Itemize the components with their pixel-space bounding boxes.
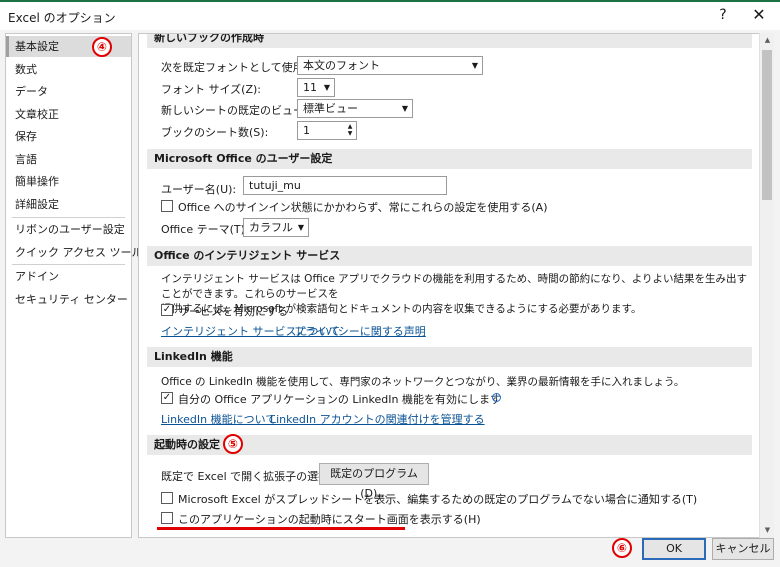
office-theme-value: カラフル xyxy=(249,221,293,234)
sidebar-divider xyxy=(12,264,125,265)
sidebar-item-advanced[interactable]: 詳細設定 xyxy=(6,194,131,215)
notify-default-checkbox[interactable] xyxy=(161,492,173,504)
sidebar-item-language[interactable]: 言語 xyxy=(6,149,131,170)
scroll-up-icon[interactable]: ▲ xyxy=(760,33,775,48)
start-screen-checkbox[interactable] xyxy=(161,512,173,524)
sidebar-item-proofing[interactable]: 文章校正 xyxy=(6,104,131,125)
sidebar-item-formulas[interactable]: 数式 xyxy=(6,59,131,80)
default-programs-button[interactable]: 既定のプログラム(D)... xyxy=(319,463,429,500)
sidebar-item-save[interactable]: 保存 xyxy=(6,126,131,147)
enable-services-label: サービスを有効にする xyxy=(178,305,289,318)
annotation-marker-5: ⑤ xyxy=(223,434,243,454)
always-use-checkbox[interactable] xyxy=(161,200,173,212)
linkedin-enable-checkbox[interactable]: ✓ xyxy=(161,392,173,404)
user-name-label: ユーザー名(U): xyxy=(161,183,237,196)
chevron-down-icon: ▼ xyxy=(401,104,408,113)
annotation-marker-4: ④ xyxy=(92,37,112,57)
font-size-select[interactable]: 11 ▼ xyxy=(297,78,335,97)
category-sidebar: 基本設定 数式 データ 文章校正 保存 言語 簡単操作 詳細設定 リボンのユーザ… xyxy=(5,33,168,538)
chevron-down-icon: ▼ xyxy=(323,83,330,92)
info-icon[interactable]: i xyxy=(492,393,501,402)
default-font-select[interactable]: 本文のフォント ▼ xyxy=(297,56,483,75)
settings-content: 新しいブックの作成時 次を既定フォントとして使用(N): 本文のフォント ▼ フ… xyxy=(138,33,774,538)
default-font-value: 本文のフォント xyxy=(303,59,380,72)
check-icon: ✓ xyxy=(162,392,172,403)
sidebar-divider xyxy=(12,217,125,218)
sidebar-item-trust-center[interactable]: セキュリティ センター xyxy=(6,289,131,310)
window-title: Excel のオプション xyxy=(8,11,116,25)
about-linkedin-link[interactable]: LinkedIn 機能について xyxy=(161,411,276,427)
manage-linkedin-link[interactable]: LinkedIn アカウントの関連付けを管理する xyxy=(270,411,485,427)
annotation-underline xyxy=(157,527,405,530)
options-dialog: 基本設定 数式 データ 文章校正 保存 言語 簡単操作 詳細設定 リボンのユーザ… xyxy=(0,30,780,567)
sidebar-item-accessibility[interactable]: 簡単操作 xyxy=(6,171,131,192)
font-size-value: 11 xyxy=(303,81,317,94)
sidebar-item-add-ins[interactable]: アドイン xyxy=(6,266,131,287)
spin-down-icon[interactable]: ▼ xyxy=(348,130,353,137)
always-use-label: Office へのサインイン状態にかかわらず、常にこれらの設定を使用する(A) xyxy=(178,201,548,214)
section-header-user: Microsoft Office のユーザー設定 xyxy=(147,149,752,169)
default-view-select[interactable]: 標準ビュー ▼ xyxy=(297,99,413,118)
start-screen-label: このアプリケーションの起動時にスタート画面を表示する(H) xyxy=(178,513,481,526)
sidebar-item-customize-ribbon[interactable]: リボンのユーザー設定 xyxy=(6,219,131,240)
title-bar: Excel のオプション ? ✕ xyxy=(0,0,780,30)
file-extensions-label: 既定で Excel で開く拡張子の選択: xyxy=(161,470,333,483)
sheet-count-stepper[interactable]: 1 ▲ ▼ xyxy=(297,121,357,140)
section-header-linkedin: LinkedIn 機能 xyxy=(147,347,752,367)
enable-services-checkbox[interactable]: ✓ xyxy=(161,304,173,316)
user-name-field[interactable]: tutuji_mu xyxy=(243,176,447,195)
office-theme-select[interactable]: カラフル ▼ xyxy=(243,218,309,237)
help-button[interactable]: ? xyxy=(713,7,733,23)
chevron-down-icon: ▼ xyxy=(297,223,304,232)
sheet-count-label: ブックのシート数(S): xyxy=(161,126,269,139)
annotation-marker-6: ⑥ xyxy=(612,538,632,558)
scrollbar-thumb[interactable] xyxy=(762,50,772,200)
section-header-intelligent-services: Office のインテリジェント サービス xyxy=(147,246,752,266)
linkedin-description: Office の LinkedIn 機能を使用して、専門家のネットワークとつなが… xyxy=(161,376,685,388)
linkedin-enable-label: 自分の Office アプリケーションの LinkedIn 機能を有効にします xyxy=(178,393,501,406)
cancel-button[interactable]: キャンセル xyxy=(712,538,774,560)
sheet-count-value: 1 xyxy=(303,124,310,137)
scroll-down-icon[interactable]: ▼ xyxy=(760,523,775,538)
check-icon: ✓ xyxy=(162,304,172,315)
ok-button[interactable]: OK xyxy=(642,538,706,560)
content-scrollbar[interactable]: ▲ ▼ xyxy=(759,33,774,538)
sidebar-item-quick-access-toolbar[interactable]: クイック アクセス ツール バー xyxy=(6,242,168,263)
default-view-value: 標準ビュー xyxy=(303,102,358,115)
chevron-down-icon: ▼ xyxy=(471,61,478,70)
office-theme-label: Office テーマ(T): xyxy=(161,223,249,236)
spin-up-icon[interactable]: ▲ xyxy=(348,123,353,130)
privacy-statement-link[interactable]: プライバシーに関する声明 xyxy=(294,323,426,339)
close-button[interactable]: ✕ xyxy=(748,5,770,24)
description-line: インテリジェント サービスは Office アプリでクラウドの機能を利用するため… xyxy=(161,273,748,300)
notify-default-label: Microsoft Excel がスプレッドシートを表示、編集するための既定のプ… xyxy=(178,493,698,506)
font-size-label: フォント サイズ(Z): xyxy=(161,83,261,96)
sidebar-item-general[interactable]: 基本設定 xyxy=(6,36,131,57)
section-header-new-workbook: 新しいブックの作成時 xyxy=(147,34,752,48)
sidebar-item-data[interactable]: データ xyxy=(6,81,131,102)
user-name-value: tutuji_mu xyxy=(249,179,301,192)
